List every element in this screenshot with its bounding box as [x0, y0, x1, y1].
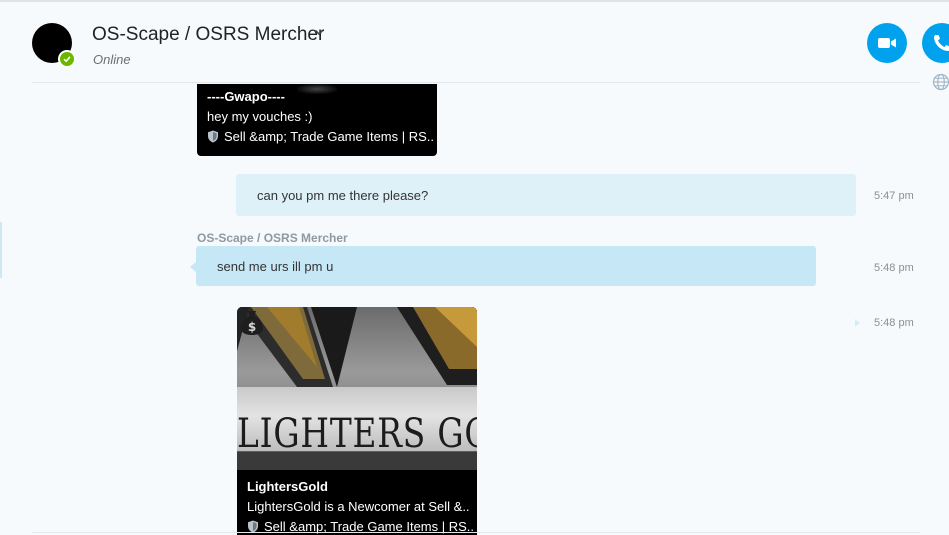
card-site: Sell &amp; Trade Game Items | RS..	[207, 129, 434, 144]
preview-image: LIGHTERS GOLD $	[237, 307, 477, 470]
link-preview-card[interactable]: ----Gwapo---- hey my vouches :) Sell &am…	[197, 84, 437, 156]
scroll-edge-accent	[0, 222, 2, 278]
message-text: can you pm me there please?	[257, 188, 429, 203]
presence-badge	[58, 50, 76, 68]
composer-divider	[32, 532, 920, 533]
message-timestamp: 5:48 pm	[874, 262, 914, 274]
chat-window: OS-Scape / OSRS Mercher Online ----Gwapo…	[0, 0, 949, 535]
message-text: send me urs ill pm u	[217, 259, 334, 274]
globe-icon[interactable]	[932, 73, 949, 91]
card-description: LightersGold is a Newcomer at Sell &..	[247, 499, 470, 514]
card-title: LightersGold	[247, 479, 328, 494]
money-bag-icon: $	[241, 311, 263, 335]
header-divider	[32, 82, 920, 83]
chevron-down-icon[interactable]	[313, 26, 325, 38]
link-preview-card[interactable]: LIGHTERS GOLD $ LightersGold LightersGol…	[237, 307, 477, 535]
sent-indicator	[855, 319, 860, 327]
conversation-header: OS-Scape / OSRS Mercher Online	[0, 2, 949, 84]
shield-icon	[208, 130, 218, 143]
card-title: ----Gwapo----	[207, 89, 285, 104]
video-call-button[interactable]	[867, 23, 907, 63]
card-site-label: Sell &amp; Trade Game Items | RS..	[224, 129, 435, 144]
video-camera-icon	[878, 38, 896, 48]
message-timestamp: 5:47 pm	[874, 190, 914, 202]
phone-icon	[934, 35, 949, 51]
card-description: hey my vouches :)	[207, 109, 313, 124]
presence-status: Online	[93, 52, 131, 67]
outgoing-message-bubble[interactable]: can you pm me there please?	[236, 174, 856, 216]
preview-image-remnant	[297, 84, 337, 94]
message-timestamp: 5:48 pm	[874, 317, 914, 329]
incoming-message-bubble[interactable]: send me urs ill pm u	[196, 246, 816, 286]
conversation-title[interactable]: OS-Scape / OSRS Mercher	[92, 24, 324, 46]
svg-text:$: $	[248, 320, 256, 334]
audio-call-button[interactable]	[922, 23, 949, 63]
image-brand-text: LIGHTERS GOLD	[237, 411, 477, 457]
check-icon	[60, 52, 74, 66]
sender-name: OS-Scape / OSRS Mercher	[197, 231, 348, 245]
